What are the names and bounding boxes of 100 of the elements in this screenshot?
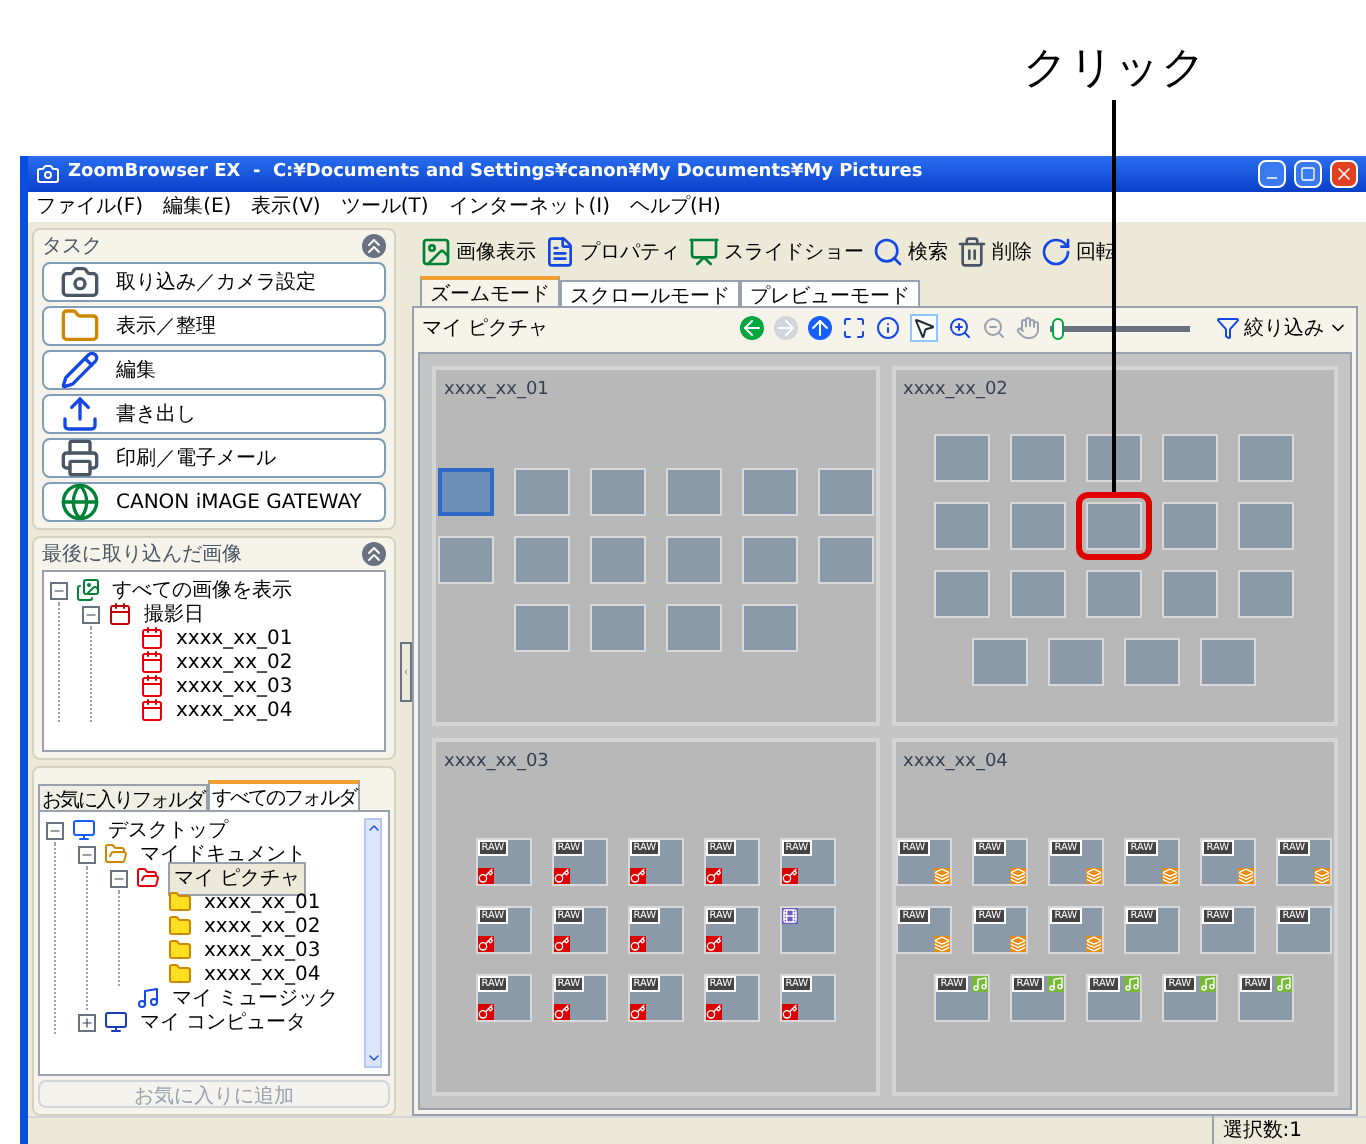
collapse-icon[interactable] xyxy=(362,234,386,258)
calendar-icon xyxy=(108,602,132,626)
close-button[interactable] xyxy=(1330,160,1358,188)
tree-item[interactable]: xxxx_xx_04 xyxy=(200,959,325,989)
folder-icon xyxy=(104,842,128,866)
collapse-toggle[interactable] xyxy=(46,821,64,839)
plus-icon xyxy=(80,1015,94,1029)
toolbar-button[interactable]: 削除 xyxy=(956,236,1032,268)
toolbar-button[interactable]: 検索 xyxy=(872,236,948,268)
toolbar-button[interactable]: スライドショー xyxy=(688,236,864,268)
collapse-toggle[interactable] xyxy=(50,581,68,599)
toolbar-button[interactable]: 画像表示 xyxy=(420,236,536,268)
group-title: xxxx_xx_04 xyxy=(903,749,1010,775)
expand-toggle[interactable] xyxy=(78,1013,96,1031)
display-icon[interactable] xyxy=(842,316,866,340)
toolbar-button[interactable]: プロパティ xyxy=(544,236,680,268)
task-button[interactable]: 印刷／電子メール xyxy=(42,438,386,478)
app-icon xyxy=(36,162,60,186)
photo-thumbnail[interactable] xyxy=(437,467,494,515)
pencil-icon xyxy=(60,350,100,390)
calendar-icon xyxy=(140,626,164,650)
folder-icon xyxy=(168,938,192,962)
trash-icon xyxy=(956,236,988,268)
splitter-handle[interactable] xyxy=(400,642,412,702)
tree-item[interactable]: xxxx_xx_02 xyxy=(200,911,325,941)
task-button[interactable]: 書き出し xyxy=(42,394,386,434)
folder-tab[interactable]: お気に入りフォルダ xyxy=(38,784,208,810)
camera-icon xyxy=(60,262,100,302)
tree-item[interactable]: xxxx_xx_01 xyxy=(172,623,297,653)
scroll-down-icon[interactable] xyxy=(365,1050,381,1066)
calendar-icon xyxy=(140,650,164,674)
menu-item[interactable]: ファイル(F) xyxy=(36,197,144,217)
status-text: 選択数:1 xyxy=(1212,1116,1302,1144)
mode-tab[interactable]: スクロールモード xyxy=(560,280,740,306)
menu-item[interactable]: 表示(V) xyxy=(251,197,321,217)
tree-item[interactable]: xxxx_xx_03 xyxy=(172,671,297,701)
collapse-toggle[interactable] xyxy=(78,845,96,863)
folder-icon xyxy=(168,890,192,914)
images-icon xyxy=(76,578,100,602)
panel-title: タスク xyxy=(42,233,102,261)
zoom-out-icon[interactable] xyxy=(982,316,1006,340)
music-icon xyxy=(136,986,160,1010)
picture-icon xyxy=(420,236,452,268)
zoom-in-icon[interactable] xyxy=(948,316,972,340)
mode-tab[interactable]: プレビューモード xyxy=(740,280,920,306)
pointer-icon[interactable] xyxy=(910,314,938,342)
folder-icon xyxy=(168,962,192,986)
menu-item[interactable]: ヘルプ(H) xyxy=(630,197,721,217)
tree-item[interactable]: xxxx_xx_04 xyxy=(172,695,297,725)
tree-item[interactable]: xxxx_xx_02 xyxy=(172,647,297,677)
calendar-icon xyxy=(140,698,164,722)
group-title: xxxx_xx_02 xyxy=(903,378,1010,404)
tree-item[interactable]: マイ ミュージック xyxy=(168,983,343,1013)
menu-item[interactable]: ツール(T) xyxy=(340,197,429,217)
folder-icon xyxy=(60,306,100,346)
tree-item[interactable]: デスクトップ xyxy=(104,815,232,845)
minimize-button[interactable] xyxy=(1258,160,1286,188)
menu-item[interactable]: 編集(E) xyxy=(163,197,232,217)
back-icon[interactable] xyxy=(740,316,764,340)
folder-icon xyxy=(136,866,160,890)
folder-icon xyxy=(168,914,192,938)
forward-icon[interactable] xyxy=(774,316,798,340)
tree-item[interactable]: マイ コンピュータ xyxy=(136,1007,311,1037)
filter-icon xyxy=(1216,316,1240,340)
task-button[interactable]: CANON iMAGE GATEWAY xyxy=(42,482,386,522)
screen-icon xyxy=(688,236,720,268)
slider-thumb[interactable] xyxy=(1051,317,1063,339)
collapse-icon[interactable] xyxy=(362,542,386,566)
document-icon xyxy=(544,236,576,268)
tree-item[interactable]: xxxx_xx_03 xyxy=(200,935,325,965)
mode-tab[interactable]: ズームモード xyxy=(420,276,560,306)
maximize-icon xyxy=(1300,166,1316,182)
task-button[interactable]: 取り込み／カメラ設定 xyxy=(42,262,386,302)
tree-item[interactable]: マイ ピクチャ xyxy=(168,861,307,895)
callout-label: クリック xyxy=(1022,47,1207,91)
hand-icon[interactable] xyxy=(1016,316,1040,340)
folder-tab[interactable]: すべてのフォルダ xyxy=(208,780,360,810)
task-button[interactable]: 編集 xyxy=(42,350,386,390)
calendar-icon xyxy=(140,674,164,698)
search-icon xyxy=(872,236,904,268)
scrollbar[interactable] xyxy=(364,818,382,1068)
group-title: xxxx_xx_01 xyxy=(444,378,551,404)
zoom-slider[interactable] xyxy=(1050,318,1190,338)
info-icon[interactable] xyxy=(876,316,900,340)
rotate-icon xyxy=(1040,236,1072,268)
maximize-button[interactable] xyxy=(1294,160,1322,188)
printer-icon xyxy=(60,438,100,478)
panel-title: 最後に取り込んだ画像 xyxy=(42,541,242,569)
filter-button[interactable]: 絞り込み xyxy=(1216,313,1348,343)
window-title: ZoomBrowser EX - C:¥Documents and Settings¥canon¥My Documents¥My Pictures xyxy=(68,160,923,187)
menu-item[interactable]: インターネット(I) xyxy=(448,197,611,217)
desktop-icon xyxy=(72,818,96,842)
task-button[interactable]: 表示／整理 xyxy=(42,306,386,346)
tree-item[interactable]: すべての画像を表示 xyxy=(108,575,296,605)
tree-item[interactable]: 撮影日 xyxy=(140,599,208,629)
collapse-toggle[interactable] xyxy=(82,605,100,623)
globe-icon xyxy=(60,482,100,522)
scroll-up-icon[interactable] xyxy=(365,820,381,836)
up-icon[interactable] xyxy=(808,316,832,340)
collapse-toggle[interactable] xyxy=(110,869,128,887)
